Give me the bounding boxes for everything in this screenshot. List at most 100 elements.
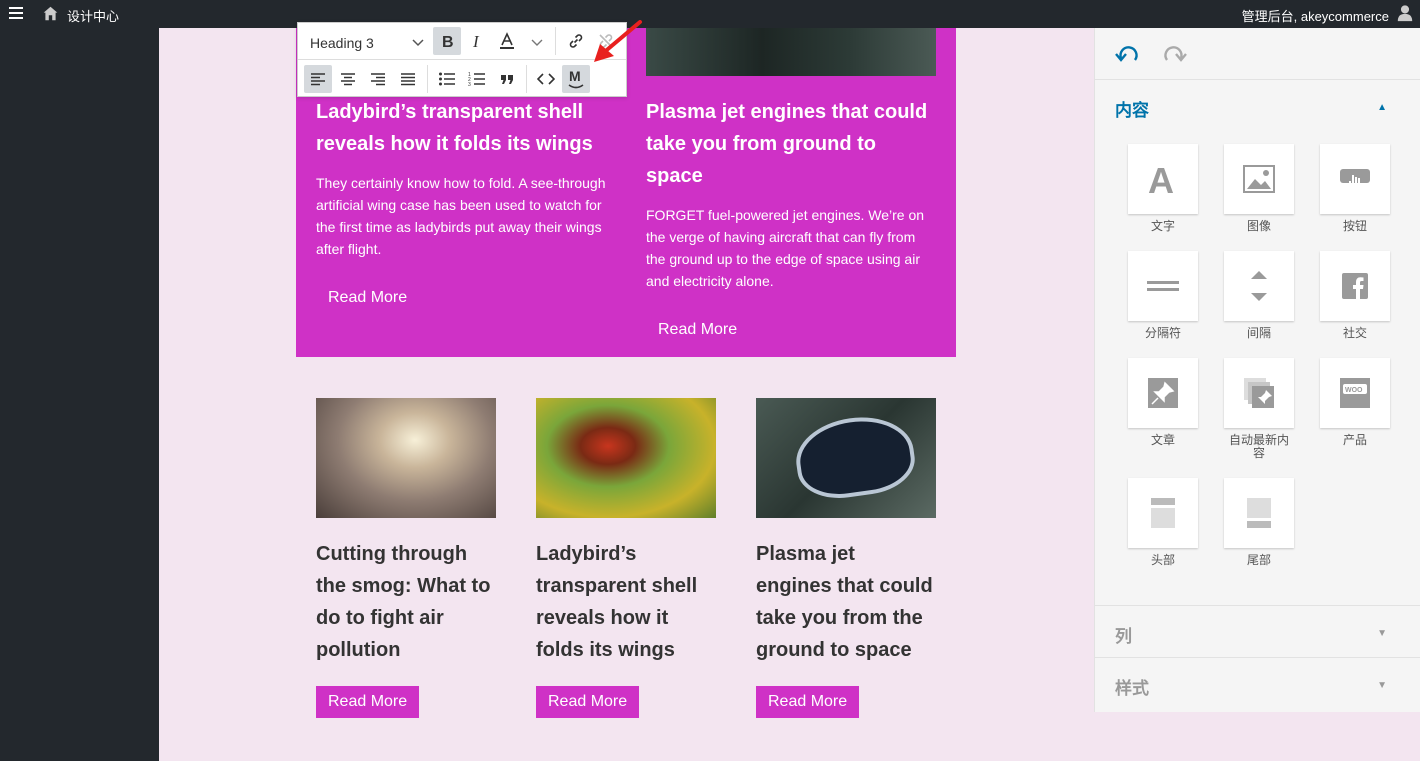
- read-more-link[interactable]: Read More: [646, 315, 749, 345]
- featured-post-title[interactable]: Plasma jet engines that could take you f…: [646, 96, 936, 192]
- tile-label: 分隔符: [1144, 326, 1181, 340]
- style-section-toggle[interactable]: 样式 ▼: [1095, 657, 1420, 709]
- left-admin-sidebar: [0, 28, 159, 761]
- content-section-title: 内容: [1115, 101, 1149, 120]
- post-card[interactable]: Cutting through the smog: What to do to …: [316, 398, 496, 718]
- blockquote-button[interactable]: [493, 65, 521, 93]
- email-canvas[interactable]: Ladybird’s transparent shell reveals how…: [159, 28, 1094, 761]
- align-justify-icon: [401, 73, 415, 86]
- product-block-tile[interactable]: WOO 产品: [1320, 358, 1390, 447]
- undo-icon[interactable]: [1115, 42, 1141, 68]
- content-block-tiles: A 文字 图像 按钮 分隔符 间隔 社交 文章 自动最新内容 WOO 产品 头部…: [1095, 132, 1420, 605]
- spacer-icon: [1251, 271, 1267, 301]
- post-card[interactable]: Plasma jet engines that could take you f…: [756, 398, 936, 718]
- text-block-tile[interactable]: A 文字: [1128, 144, 1198, 233]
- columns-section-title: 列: [1115, 627, 1132, 646]
- style-section-title: 样式: [1115, 679, 1149, 698]
- post-title[interactable]: Cutting through the smog: What to do to …: [316, 538, 496, 666]
- button-block-tile[interactable]: 按钮: [1320, 144, 1390, 233]
- header-block-tile[interactable]: 头部: [1128, 478, 1198, 567]
- bold-icon: B: [442, 34, 454, 49]
- bullet-list-button[interactable]: [433, 65, 461, 93]
- read-more-button[interactable]: Read More: [756, 686, 860, 718]
- columns-section-toggle[interactable]: 列 ▼: [1095, 605, 1420, 657]
- hamburger-menu-icon[interactable]: [9, 7, 23, 21]
- featured-post-1[interactable]: Ladybird’s transparent shell reveals how…: [316, 96, 616, 313]
- tile-label: 文字: [1150, 219, 1175, 233]
- bold-button[interactable]: B: [433, 27, 461, 55]
- tile-label: 文章: [1150, 433, 1175, 447]
- tile-label: 自动最新内容: [1228, 433, 1289, 460]
- site-name-link[interactable]: 设计中心: [67, 6, 119, 25]
- link-icon: [569, 34, 583, 48]
- image-icon: [1243, 165, 1275, 193]
- featured-post-title[interactable]: Ladybird’s transparent shell reveals how…: [316, 96, 616, 160]
- chevron-down-icon[interactable]: [412, 36, 424, 48]
- latest-content-icon: [1244, 378, 1274, 408]
- annotation-arrow-icon: [594, 20, 642, 62]
- align-left-icon: [311, 73, 325, 86]
- post-title[interactable]: Ladybird’s transparent shell reveals how…: [536, 538, 716, 666]
- footer-block-tile[interactable]: 尾部: [1224, 478, 1294, 567]
- read-more-button[interactable]: Read More: [536, 686, 640, 718]
- content-section-toggle[interactable]: 内容 ▲: [1095, 80, 1420, 132]
- block-format-select[interactable]: Heading 3: [310, 35, 374, 51]
- merge-tag-icon: M: [568, 68, 584, 89]
- featured-post-excerpt[interactable]: They certainly know how to fold. A see-t…: [316, 172, 616, 260]
- text-icon: A: [1148, 161, 1174, 197]
- user-account-link[interactable]: 管理后台, akeycommerce: [1242, 6, 1389, 25]
- italic-button[interactable]: I: [463, 27, 491, 55]
- chevron-down-icon[interactable]: [531, 36, 543, 48]
- facebook-icon: [1342, 273, 1368, 299]
- redo-icon[interactable]: [1161, 42, 1187, 68]
- expand-triangle-icon: ▼: [1377, 628, 1387, 639]
- align-right-button[interactable]: [364, 65, 392, 93]
- collapse-triangle-icon: ▲: [1377, 102, 1387, 113]
- bullet-list-icon: [439, 72, 455, 86]
- image-block-tile[interactable]: 图像: [1224, 144, 1294, 233]
- text-format-toolbar: Heading 3 B I 123 M: [297, 22, 627, 97]
- tile-label: 按钮: [1342, 219, 1367, 233]
- insert-link-button[interactable]: [562, 27, 590, 55]
- align-right-icon: [371, 73, 385, 86]
- svg-text:3: 3: [468, 82, 471, 87]
- home-icon[interactable]: [42, 5, 59, 22]
- tile-label: 产品: [1342, 433, 1367, 447]
- tile-label: 图像: [1246, 219, 1271, 233]
- button-icon: [1340, 169, 1370, 193]
- tile-label: 尾部: [1246, 553, 1271, 567]
- align-center-icon: [341, 73, 355, 86]
- align-justify-button[interactable]: [394, 65, 422, 93]
- align-center-button[interactable]: [334, 65, 362, 93]
- numbered-list-button[interactable]: 123: [463, 65, 491, 93]
- merge-tags-button[interactable]: M: [562, 65, 590, 93]
- user-avatar-icon[interactable]: [1396, 4, 1414, 22]
- svg-text:WOO: WOO: [1345, 387, 1363, 394]
- woo-product-icon: WOO: [1340, 378, 1370, 408]
- read-more-link[interactable]: Read More: [316, 283, 419, 313]
- latest-content-block-tile[interactable]: 自动最新内容: [1224, 358, 1294, 460]
- post-card[interactable]: Ladybird’s transparent shell reveals how…: [536, 398, 716, 718]
- tile-label: 间隔: [1246, 326, 1271, 340]
- divider-block-tile[interactable]: 分隔符: [1128, 251, 1198, 340]
- admin-top-bar: 设计中心 管理后台, akeycommerce: [0, 0, 1420, 28]
- spacer-block-tile[interactable]: 间隔: [1224, 251, 1294, 340]
- align-left-button[interactable]: [304, 65, 332, 93]
- quote-icon: [501, 75, 513, 84]
- post-title[interactable]: Plasma jet engines that could take you f…: [756, 538, 936, 666]
- featured-image-jet: [646, 28, 936, 76]
- post-thumbnail-jet: [756, 398, 936, 518]
- code-button[interactable]: [532, 65, 560, 93]
- post-pin-icon: [1148, 378, 1178, 408]
- svg-text:I: I: [472, 33, 480, 49]
- text-color-icon: [500, 32, 514, 49]
- featured-post-excerpt[interactable]: FORGET fuel-powered jet engines. We’re o…: [646, 204, 936, 292]
- featured-post-2[interactable]: Plasma jet engines that could take you f…: [646, 96, 936, 345]
- read-more-button[interactable]: Read More: [316, 686, 420, 718]
- post-block-tile[interactable]: 文章: [1128, 358, 1198, 447]
- footer-icon: [1247, 498, 1271, 528]
- svg-text:B: B: [442, 34, 454, 49]
- text-color-button[interactable]: [493, 27, 521, 55]
- divider-icon: [1147, 281, 1179, 291]
- social-block-tile[interactable]: 社交: [1320, 251, 1390, 340]
